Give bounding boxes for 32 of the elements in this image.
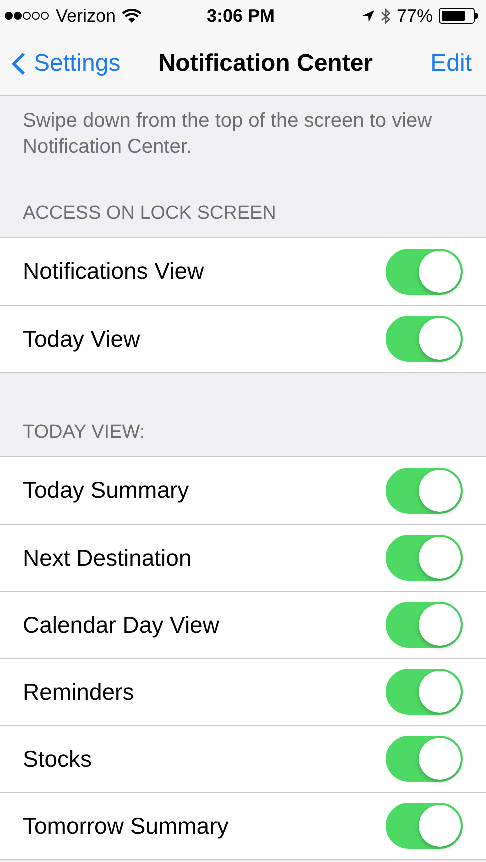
row-label: Next Destination — [23, 544, 192, 572]
row-label: Today View — [23, 326, 140, 352]
section-header: ACCESS ON LOCK SCREEN — [23, 203, 276, 225]
bluetooth-icon — [380, 8, 391, 24]
toggle-switch[interactable] — [386, 736, 463, 782]
back-chevron-icon — [12, 52, 26, 76]
carrier-name: Verizon — [56, 6, 116, 26]
battery-icon — [439, 8, 478, 24]
edit-button[interactable]: Edit — [430, 50, 472, 78]
wifi-icon — [122, 8, 142, 24]
battery-percent: 77% — [396, 6, 433, 26]
back-label[interactable]: Settings — [34, 50, 121, 78]
location-icon — [362, 10, 375, 22]
toggle-switch[interactable] — [386, 248, 463, 294]
toggle-switch[interactable] — [386, 468, 463, 514]
row-label: Notifications View — [23, 258, 204, 285]
toggle-switch[interactable] — [386, 316, 463, 362]
row-label: Calendar Day View — [23, 612, 220, 638]
back-button[interactable]: Settings — [12, 50, 121, 78]
signal-icon — [4, 11, 50, 21]
nav-title: Notification Center — [158, 50, 374, 78]
toggle-switch[interactable] — [386, 535, 463, 581]
row-label: Stocks — [23, 746, 92, 772]
toggle-switch[interactable] — [386, 803, 463, 849]
status-time: 3:06 PM — [206, 6, 276, 26]
row-label: Today Summary — [23, 477, 190, 504]
row-label: Reminders — [23, 678, 134, 706]
description-text: Swipe down from the top of the screen to view Notification Center. — [22, 109, 434, 160]
row-label: Tomorrow Summary — [23, 812, 229, 840]
toggle-switch[interactable] — [386, 602, 463, 648]
section-header: TODAY VIEW: — [23, 422, 146, 444]
toggle-switch[interactable] — [386, 669, 463, 715]
